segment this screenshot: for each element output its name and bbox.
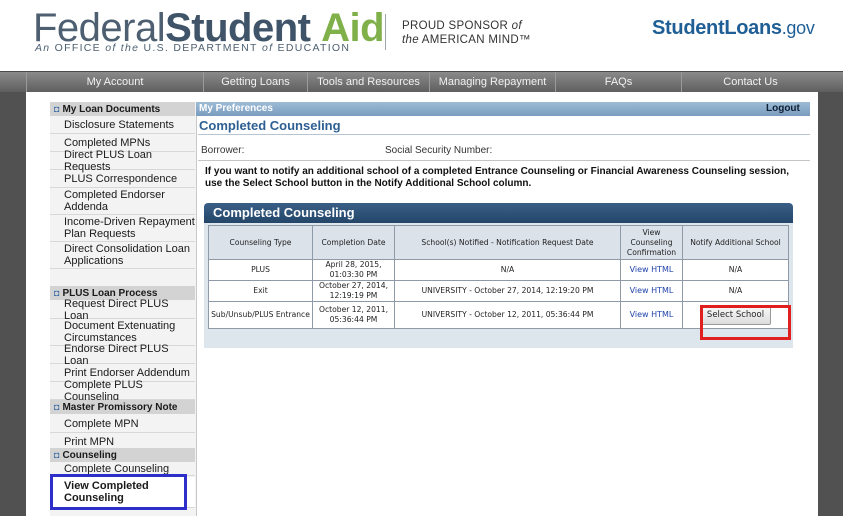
bullet-icon: ◘	[54, 402, 60, 412]
studentloans-gov-link[interactable]: StudentLoans.gov	[652, 17, 815, 40]
cell-counseling-type: Sub/Unsub/PLUS Entrance	[208, 301, 313, 329]
cell-view-confirmation: View HTML	[620, 280, 683, 302]
nav-getting-loans[interactable]: Getting Loans	[203, 72, 307, 92]
nav-managing-repayment[interactable]: Managing Repayment	[429, 72, 555, 92]
sidebar-section-master-promissory-note: ◘ Master Promissory Note	[50, 400, 195, 414]
sidebar-section-title: Counseling	[62, 450, 117, 461]
cell-notify-school: N/A	[682, 280, 789, 302]
cell-completion-date: October 12, 2011, 05:36:44 PM	[312, 301, 395, 329]
bullet-icon: ◘	[54, 104, 60, 114]
sidebar-item-direct-plus-loan-requests[interactable]: Direct PLUS Loan Requests	[50, 149, 195, 173]
col-notify-additional-school: Notify Additional School	[682, 225, 789, 260]
logo-tagline-part: OFFICE	[54, 42, 101, 54]
logo-tagline-part: of the	[105, 42, 140, 54]
nav-contact-us[interactable]: Contact Us	[681, 72, 819, 92]
cell-view-confirmation: View HTML	[620, 259, 683, 281]
counseling-panel-title: Completed Counseling	[213, 205, 355, 220]
view-html-link[interactable]: View HTML	[630, 286, 674, 295]
select-school-highlight-box	[700, 305, 791, 340]
logo-tagline: An OFFICE of the U.S. DEPARTMENT of EDUC…	[35, 42, 350, 54]
cell-schools-notified: N/A	[394, 259, 621, 281]
sidebar-item-complete-mpn[interactable]: Complete MPN	[50, 415, 195, 433]
sponsor-of: of	[511, 20, 522, 32]
nav-faqs[interactable]: FAQs	[555, 72, 681, 92]
sidebar-item-request-direct-plus-loan[interactable]: Request Direct PLUS Loan	[50, 298, 195, 322]
sidebar-item-idr-plan-requests[interactable]: Income-Driven Repayment Plan Requests	[50, 215, 195, 242]
right-frame	[818, 92, 843, 516]
preferences-title: My Preferences	[199, 103, 273, 114]
col-completion-date: Completion Date	[312, 225, 395, 260]
title-divider	[198, 134, 810, 135]
cell-completion-date: October 27, 2014, 12:19:19 PM	[312, 280, 395, 302]
sidebar-item-direct-consolidation-applications[interactable]: Direct Consolidation Loan Applications	[50, 242, 195, 269]
borrower-label: Borrower:	[201, 145, 245, 156]
cell-counseling-type: Exit	[208, 280, 313, 302]
main-nav: My Account Getting Loans Tools and Resou…	[0, 71, 843, 93]
sidebar-section-title: My Loan Documents	[62, 104, 161, 115]
nav-tools-and-resources[interactable]: Tools and Resources	[307, 72, 429, 92]
sidebar-item-completed-endorser-addenda[interactable]: Completed Endorser Addenda	[50, 188, 195, 215]
sidebar-item-endorse-direct-plus-loan[interactable]: Endorse Direct PLUS Loan	[50, 343, 195, 367]
table-header-row: Counseling Type Completion Date School(s…	[208, 225, 789, 260]
col-counseling-type: Counseling Type	[208, 225, 313, 260]
view-completed-highlight-box	[50, 474, 187, 510]
sidebar-item-plus-correspondence[interactable]: PLUS Correspondence	[50, 170, 195, 188]
sponsor-line-1: PROUD SPONSOR	[402, 20, 509, 32]
sidebar-item-complete-plus-counseling[interactable]: Complete PLUS Counseling	[50, 379, 195, 403]
bullet-icon: ◘	[54, 288, 60, 298]
sponsor-tagline: PROUD SPONSOR of the AMERICAN MIND™	[402, 19, 531, 47]
table-row: Exit October 27, 2014, 12:19:19 PM UNIVE…	[208, 280, 789, 302]
site-link-suffix: .gov	[781, 18, 815, 38]
view-html-link[interactable]: View HTML	[630, 310, 674, 319]
bullet-icon: ◘	[54, 450, 60, 460]
logo-tagline-part: U.S. DEPARTMENT	[143, 42, 258, 54]
sponsor-line-2: AMERICAN MIND™	[421, 34, 531, 46]
sidebar-section-my-loan-documents: ◘ My Loan Documents	[50, 102, 195, 116]
col-schools-notified: School(s) Notified - Notification Reques…	[394, 225, 621, 260]
logo-tagline-part: of	[261, 42, 274, 54]
info-divider	[198, 160, 810, 161]
instructions-text: If you want to notify an additional scho…	[205, 166, 789, 189]
cell-counseling-type: PLUS	[208, 259, 313, 281]
logo-tagline-part: EDUCATION	[277, 42, 351, 54]
preferences-bar	[196, 102, 810, 116]
ssn-label: Social Security Number:	[385, 145, 493, 156]
col-view-confirmation: View Counseling Confirmation	[620, 225, 683, 260]
sidebar-section-counseling: ◘ Counseling	[50, 448, 195, 462]
logout-link[interactable]: Logout	[766, 102, 800, 116]
sidebar-section-title: Master Promissory Note	[62, 402, 178, 413]
cell-notify-school: N/A	[682, 259, 789, 281]
cell-completion-date: April 28, 2015, 01:03:30 PM	[312, 259, 395, 281]
header-divider	[385, 14, 386, 50]
logo-tagline-part: An	[35, 42, 51, 54]
cell-view-confirmation: View HTML	[620, 301, 683, 329]
cell-schools-notified: UNIVERSITY - October 12, 2011, 05:36:44 …	[394, 301, 621, 329]
sidebar: ◘ My Loan Documents Disclosure Statements…	[50, 102, 197, 516]
table-row: PLUS April 28, 2015, 01:03:30 PM N/A Vie…	[208, 259, 789, 281]
view-html-link[interactable]: View HTML	[630, 265, 674, 274]
nav-my-account[interactable]: My Account	[26, 72, 203, 92]
left-frame	[0, 92, 26, 516]
site-link-main: StudentLoans	[652, 17, 782, 39]
page-title: Completed Counseling	[199, 118, 341, 133]
sidebar-item-disclosure-statements[interactable]: Disclosure Statements	[50, 116, 195, 134]
cell-schools-notified: UNIVERSITY - October 27, 2014, 12:19:20 …	[394, 280, 621, 302]
sponsor-the: the	[402, 34, 419, 46]
